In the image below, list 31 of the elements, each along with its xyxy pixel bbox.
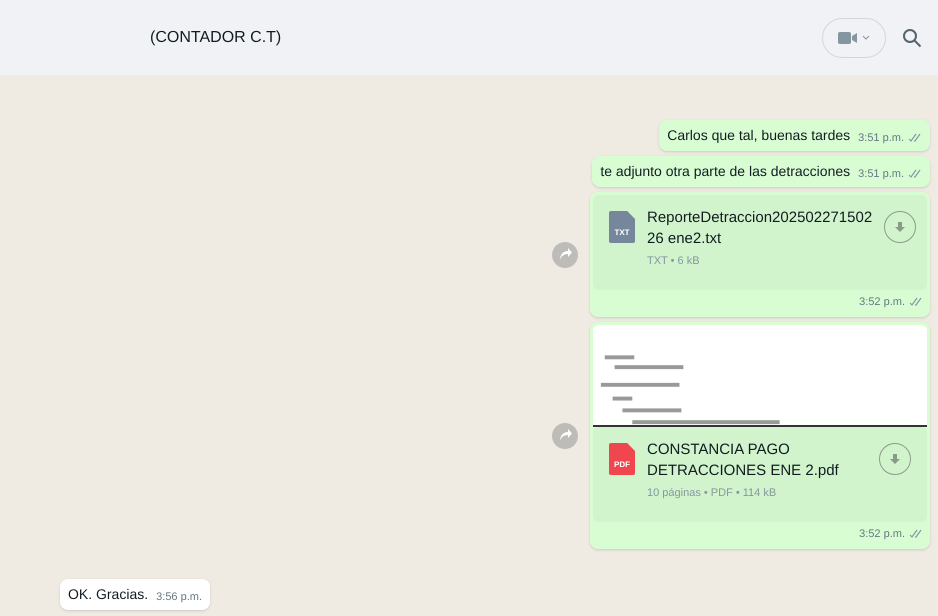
double-check-icon	[909, 296, 923, 307]
video-camera-icon	[838, 32, 858, 44]
contact-name[interactable]: (CONTADOR C.T)	[150, 26, 822, 50]
download-button[interactable]	[879, 443, 911, 475]
search-icon[interactable]	[902, 28, 922, 48]
file-type-label: TXT	[613, 229, 631, 237]
download-arrow-icon	[889, 453, 901, 465]
message-text: te adjunto otra parte de las detracciones	[600, 162, 850, 181]
message-time: 3:52 p.m.	[859, 526, 905, 542]
chevron-down-icon	[862, 34, 870, 40]
double-check-icon	[909, 528, 923, 539]
video-call-button[interactable]	[822, 18, 886, 58]
file-type-label: PDF	[613, 461, 631, 469]
file-name: CONSTANCIA PAGO DETRACCIONES ENE 2.pdf	[647, 440, 840, 481]
document-card[interactable]: TXT ReporteDetraccion202502271502 26 ene2.txt TXT • 6 kB	[593, 195, 927, 290]
message-time: 3:52 p.m.	[859, 294, 905, 310]
message-text: OK. Gracias.	[68, 585, 148, 604]
file-name: ReporteDetraccion202502271502 26 ene2.txt	[647, 208, 872, 249]
download-button[interactable]	[884, 211, 916, 243]
double-check-icon	[908, 168, 922, 179]
message-time: 3:51 p.m.	[858, 166, 904, 182]
download-arrow-icon	[894, 221, 906, 233]
double-check-icon	[908, 132, 922, 143]
message-time: 3:51 p.m.	[858, 130, 904, 146]
message-text: Carlos que tal, buenas tardes	[667, 126, 850, 145]
file-details: 10 páginas • PDF • 114 kB	[647, 486, 778, 501]
forward-icon[interactable]	[552, 242, 578, 268]
message-time: 3:56 p.m.	[156, 590, 202, 604]
forward-icon[interactable]	[552, 422, 578, 448]
file-details: TXT • 6 kB	[647, 254, 701, 269]
document-card[interactable]: PDF CONSTANCIA PAGO DETRACCIONES ENE 2.pdf 10 páginas • PDF • 114 kB	[593, 427, 927, 522]
